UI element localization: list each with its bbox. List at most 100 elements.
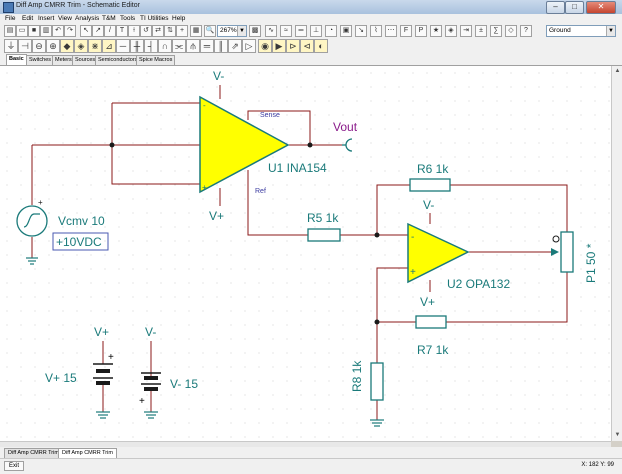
p1-potentiometer[interactable] [560,231,574,273]
u2-opa132[interactable]: - + [407,222,470,284]
p1-wiper-knob[interactable] [552,235,560,243]
r6-resistor[interactable] [409,178,451,192]
current-source-icon[interactable]: ⊕ [46,39,60,53]
mirror-icon[interactable]: ⇄ [152,25,164,37]
wire-icon[interactable]: ↗ [92,25,104,37]
help-icon[interactable]: ? [520,25,532,37]
inductor-icon[interactable]: ∩ [158,39,172,53]
zoom-select[interactable]: 267% ▼ [217,25,247,37]
r8-resistor[interactable] [370,362,384,401]
tab-semiconductors[interactable]: Semiconductors [95,55,141,65]
potentiometer-icon[interactable]: ⇗ [228,39,242,53]
scroll-up-icon[interactable]: ▲ [613,67,622,76]
battery-icon[interactable]: ⊣ [18,39,32,53]
wire-u2-noninv[interactable] [376,267,408,363]
tab-basic[interactable]: Basic [6,54,27,65]
parameter-icon[interactable]: P [415,25,427,37]
vertical-scrollbar[interactable]: ▲ ▼ [611,66,622,441]
r7-resistor[interactable] [415,315,447,329]
optimize-icon[interactable]: ★ [430,25,442,37]
dc-icon[interactable]: ═ [295,25,307,37]
undo-icon[interactable]: ↶ [52,25,64,37]
capacitor-icon[interactable]: ╫ [130,39,144,53]
opamp-icon[interactable]: ▶ [272,39,286,53]
comparator-icon[interactable]: ⊳ [286,39,300,53]
lamp-icon[interactable]: ◉ [258,39,272,53]
vout-label: Vout [333,120,358,134]
folder-icon[interactable]: ▭ [16,25,28,37]
transformer-2-icon[interactable]: ⫛ [186,39,200,53]
postprocessor-icon[interactable]: ∑ [490,25,502,37]
zoom-icon[interactable]: 🔍 [204,25,216,37]
probe-icon[interactable]: ⊥ [310,25,322,37]
close-button[interactable]: ✕ [586,1,616,14]
r5-resistor[interactable] [307,228,341,242]
redo-icon[interactable]: ↷ [64,25,76,37]
rotate-icon[interactable]: ↺ [140,25,152,37]
jumper-icon[interactable]: ⋇ [88,39,102,53]
pin-icon[interactable]: ◆ [60,39,74,53]
meter-icon[interactable]: ◔ [325,25,337,37]
noise-icon[interactable]: ⋯ [385,25,397,37]
port-icon[interactable]: ◈ [74,39,88,53]
menu-analysis[interactable]: Analysis [75,15,99,22]
grid-icon[interactable]: ▦ [190,25,202,37]
wizard-icon[interactable]: ◇ [505,25,517,37]
vout-connector[interactable] [345,138,353,152]
switch-icon[interactable]: ⊿ [102,39,116,53]
p1-wiper-arrow [551,248,559,256]
menu-view[interactable]: View [58,15,72,22]
waveform-icon[interactable]: ≈ [280,25,292,37]
tab-spice-macros[interactable]: Spice Macros [136,55,176,65]
tab-switches[interactable]: Switches [26,55,55,65]
text-tool-icon[interactable]: T [116,25,128,37]
pen-icon[interactable]: / [104,25,116,37]
diode-icon[interactable]: ▷ [242,39,256,53]
menu-insert[interactable]: Insert [38,15,54,22]
exit-button[interactable]: Exit [4,461,25,471]
transient-icon[interactable]: ⌇ [370,25,382,37]
node-icon[interactable]: ⟊ [128,25,140,37]
wire-r6-right[interactable] [450,184,568,232]
pointer-icon[interactable]: ↖ [80,25,92,37]
ground-icon[interactable]: ⏚ [4,39,18,53]
open-icon[interactable]: ▤ [4,25,16,37]
scope-icon[interactable]: ∿ [265,25,277,37]
capacitor-v-icon[interactable]: ┤ [144,39,158,53]
add-icon[interactable]: + [176,25,188,37]
wire-r6-left[interactable] [376,184,410,235]
voltage-source-icon[interactable]: ⊖ [32,39,46,53]
save-icon[interactable]: ■ [28,25,40,37]
transformer-icon[interactable]: ⫘ [172,39,186,53]
vplus-battery[interactable] [93,363,113,385]
logic-icon[interactable]: ◐ [314,39,328,53]
schematic-canvas[interactable]: - + V- V+ Sense Ref U1 INA154 Vout + Vcm… [0,66,611,441]
tolerance-icon[interactable]: ± [475,25,487,37]
stepping-icon[interactable]: ⇥ [460,25,472,37]
u1-ref-pin-label: Ref [255,188,266,195]
scroll-down-icon[interactable]: ▼ [613,431,622,440]
transistor-icon[interactable]: ⊲ [300,39,314,53]
vminus-plus: + [139,396,145,407]
resistor-icon[interactable]: ─ [116,39,130,53]
wire-v-icon[interactable]: ║ [214,39,228,53]
flip-icon[interactable]: ⇅ [164,25,176,37]
menu-tools[interactable]: Tools [120,15,135,22]
analysis-icon[interactable]: ▣ [340,25,352,37]
menu-help[interactable]: Help [172,15,185,22]
menu-file[interactable]: File [5,15,15,22]
menu-tm[interactable]: T&M [102,15,116,22]
bode-icon[interactable]: ↘ [355,25,367,37]
monte-carlo-icon[interactable]: ◈ [445,25,457,37]
wire-h-icon[interactable]: ═ [200,39,214,53]
menu-ti-utilities[interactable]: TI Utilities [140,15,169,22]
print-icon[interactable]: ▥ [40,25,52,37]
fourier-icon[interactable]: F [400,25,412,37]
menu-edit[interactable]: Edit [22,15,33,22]
wire-ref[interactable] [247,170,308,236]
grid-toggle-icon[interactable]: ▩ [249,25,261,37]
minimize-button[interactable]: – [546,1,565,14]
maximize-button[interactable]: □ [565,1,584,14]
wire-u1-input-loop[interactable] [111,103,200,185]
ground-select[interactable]: Ground ▼ [546,25,616,37]
